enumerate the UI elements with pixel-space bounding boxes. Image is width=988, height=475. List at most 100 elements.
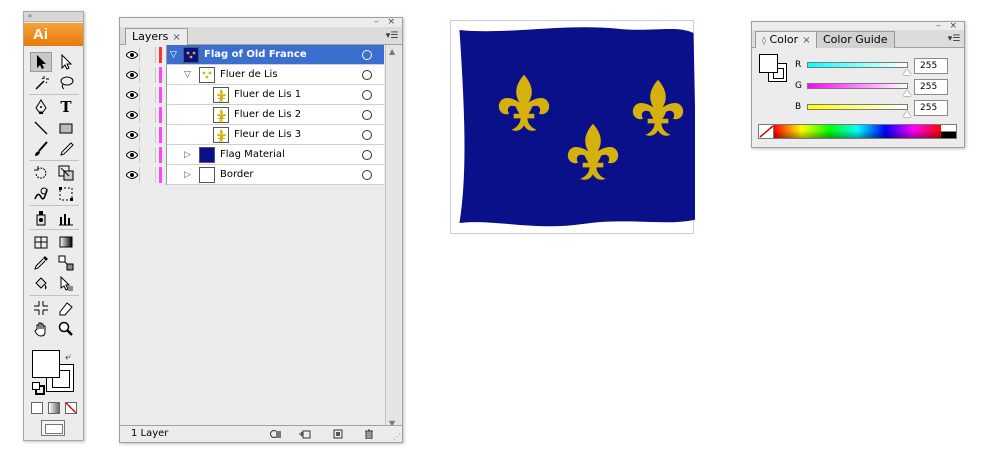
layer-row[interactable]: Fleur de Lis 3	[122, 125, 384, 145]
make-clipping-mask-icon[interactable]	[270, 429, 282, 439]
tab-color[interactable]: ◊ Color ×	[755, 31, 818, 48]
live-paint-selection-tool[interactable]	[55, 274, 77, 294]
default-fill-stroke-icon[interactable]	[32, 382, 45, 395]
black-white-swatch[interactable]	[941, 125, 956, 138]
tab-color-guide[interactable]: Color Guide	[816, 31, 895, 48]
layer-name[interactable]: Fluer de Lis 1	[234, 88, 301, 102]
layer-row[interactable]: ▽ Fluer de Lis	[122, 65, 384, 85]
slice-tool[interactable]	[30, 298, 52, 318]
visibility-eye-icon[interactable]	[124, 147, 140, 163]
paintbrush-tool[interactable]	[30, 139, 52, 159]
zoom-tool[interactable]	[55, 319, 77, 339]
direct-selection-tool[interactable]	[55, 52, 77, 72]
lock-toggle[interactable]	[142, 47, 156, 63]
lock-toggle[interactable]	[142, 127, 156, 143]
layer-row[interactable]: Fluer de Lis 2	[122, 105, 384, 125]
target-circle-icon[interactable]	[362, 90, 372, 100]
spectrum-bar[interactable]	[774, 125, 941, 138]
layer-row[interactable]: Fluer de Lis 1	[122, 85, 384, 105]
visibility-eye-icon[interactable]	[124, 87, 140, 103]
lock-toggle[interactable]	[142, 147, 156, 163]
fill-swatch[interactable]	[32, 350, 60, 378]
panel-menu-icon[interactable]: ▾☰	[385, 30, 399, 42]
channel-value-input[interactable]: 255	[914, 58, 948, 74]
line-segment-tool[interactable]	[30, 118, 52, 138]
layer-name[interactable]: Fluer de Lis 2	[234, 108, 301, 122]
layer-name[interactable]: Flag Material	[220, 148, 285, 162]
magic-wand-tool[interactable]	[30, 73, 52, 93]
target-circle-icon[interactable]	[362, 70, 372, 80]
lasso-tool[interactable]	[55, 73, 77, 93]
panel-grip[interactable]: «	[24, 12, 83, 22]
gradient-mode-button[interactable]	[48, 402, 60, 414]
screen-mode-button[interactable]	[41, 420, 65, 436]
channel-slider-track[interactable]	[807, 83, 908, 89]
channel-slider-knob[interactable]	[903, 111, 911, 117]
fill-swatch[interactable]	[759, 54, 778, 73]
layers-scrollbar[interactable]: ▲ ▼	[387, 45, 401, 430]
layer-name[interactable]: Border	[220, 168, 254, 182]
visibility-eye-icon[interactable]	[124, 47, 140, 63]
scale-tool[interactable]	[55, 163, 77, 183]
gradient-tool[interactable]	[55, 232, 77, 252]
target-circle-icon[interactable]	[362, 50, 372, 60]
symbol-sprayer-tool[interactable]	[30, 208, 52, 228]
target-circle-icon[interactable]	[362, 170, 372, 180]
channel-slider-knob[interactable]	[903, 90, 911, 96]
rotate-tool[interactable]	[30, 163, 52, 183]
layer-row[interactable]: ▷ Flag Material	[122, 145, 384, 165]
lock-toggle[interactable]	[142, 87, 156, 103]
pen-tool[interactable]	[30, 97, 52, 117]
visibility-eye-icon[interactable]	[124, 127, 140, 143]
column-graph-tool[interactable]	[55, 208, 77, 228]
channel-slider-knob[interactable]	[903, 69, 911, 75]
color-spectrum[interactable]	[758, 124, 957, 139]
mesh-tool[interactable]	[30, 232, 52, 252]
eraser-tool[interactable]	[55, 298, 77, 318]
blend-tool[interactable]	[55, 253, 77, 273]
visibility-eye-icon[interactable]	[124, 167, 140, 183]
channel-slider-track[interactable]	[807, 104, 908, 110]
panel-titlebar[interactable]: – ×	[120, 18, 402, 27]
new-layer-icon[interactable]	[332, 429, 344, 439]
layer-row[interactable]: ▽ Flag of Old France	[122, 45, 384, 65]
lock-toggle[interactable]	[142, 107, 156, 123]
channel-slider-track[interactable]	[807, 62, 908, 68]
tab-layers[interactable]: Layers ×	[125, 28, 188, 45]
none-mode-button[interactable]	[65, 402, 77, 414]
none-swatch[interactable]	[759, 125, 774, 138]
selection-tool[interactable]	[30, 52, 52, 72]
layer-row[interactable]: ▷ Border	[122, 165, 384, 185]
warp-tool[interactable]	[30, 184, 52, 204]
layer-name[interactable]: Fleur de Lis 3	[234, 128, 301, 142]
scroll-up-icon[interactable]: ▲	[389, 47, 395, 56]
visibility-eye-icon[interactable]	[124, 67, 140, 83]
color-mode-button[interactable]	[31, 402, 43, 414]
lock-toggle[interactable]	[142, 167, 156, 183]
tab-options-icon[interactable]: ◊	[762, 36, 766, 45]
delete-layer-icon[interactable]	[363, 429, 375, 439]
eyedropper-tool[interactable]	[30, 253, 52, 273]
channel-value-input[interactable]: 255	[914, 100, 948, 116]
free-transform-tool[interactable]	[55, 184, 77, 204]
channel-value-input[interactable]: 255	[914, 79, 948, 95]
live-paint-bucket-tool[interactable]	[30, 274, 52, 294]
target-circle-icon[interactable]	[362, 110, 372, 120]
panel-window-buttons[interactable]: – ×	[374, 18, 398, 27]
expand-triangle-icon[interactable]: ▽	[170, 50, 180, 60]
lock-toggle[interactable]	[142, 67, 156, 83]
layer-name[interactable]: Flag of Old France	[204, 48, 307, 62]
expand-triangle-icon[interactable]: ▷	[184, 170, 194, 180]
type-tool[interactable]: T	[55, 97, 77, 117]
layer-name[interactable]: Fluer de Lis	[220, 68, 278, 82]
resize-grip-icon[interactable]: ⋰	[393, 432, 401, 441]
rectangle-tool[interactable]	[55, 118, 77, 138]
new-sublayer-icon[interactable]	[299, 429, 311, 439]
tab-close-icon[interactable]: ×	[802, 35, 810, 46]
expand-triangle-icon[interactable]: ▷	[184, 150, 194, 160]
target-circle-icon[interactable]	[362, 150, 372, 160]
visibility-eye-icon[interactable]	[124, 107, 140, 123]
flag-artwork[interactable]	[451, 21, 698, 235]
panel-menu-icon[interactable]: ▾☰	[947, 33, 961, 45]
swap-fill-stroke-icon[interactable]: ⤶	[65, 350, 71, 364]
